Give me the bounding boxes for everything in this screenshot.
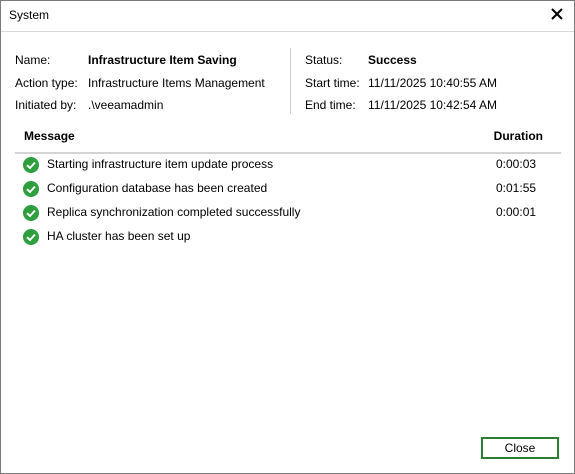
log-message: Configuration database has been created <box>47 181 268 195</box>
log-duration: 0:01:55 <box>496 181 537 195</box>
dialog-title: System <box>9 8 50 22</box>
name-value: Infrastructure Item Saving <box>88 53 237 67</box>
title-bar: System <box>1 1 574 32</box>
log-grid-header: Message Duration <box>15 122 561 154</box>
log-row[interactable]: Configuration database has been created … <box>15 177 561 201</box>
success-check-icon <box>23 181 39 197</box>
start-time-value: 11/11/2025 10:40:55 AM <box>368 76 497 90</box>
close-icon[interactable] <box>548 5 566 23</box>
success-check-icon <box>23 205 39 221</box>
status-label: Status: <box>305 53 343 67</box>
success-check-icon <box>23 229 39 245</box>
log-duration: 0:00:03 <box>496 157 537 171</box>
status-value: Success <box>368 53 417 67</box>
log-message: Starting infrastructure item update proc… <box>47 157 274 171</box>
log-message: Replica synchronization completed succes… <box>47 205 301 219</box>
name-label: Name: <box>15 53 51 67</box>
end-time-label: End time: <box>305 98 356 112</box>
message-column-header[interactable]: Message <box>24 129 75 143</box>
initiated-by-value: .\veeamadmin <box>88 98 164 112</box>
close-button[interactable]: Close <box>481 437 559 459</box>
log-row[interactable]: Replica synchronization completed succes… <box>15 201 561 225</box>
duration-column-header[interactable]: Duration <box>494 129 543 143</box>
info-divider <box>290 48 291 114</box>
system-dialog: System Name: Infrastructure Item Saving … <box>0 0 575 474</box>
success-check-icon <box>23 157 39 173</box>
log-row[interactable]: Starting infrastructure item update proc… <box>15 153 561 177</box>
action-type-value: Infrastructure Items Management <box>88 76 265 90</box>
action-type-label: Action type: <box>15 76 78 90</box>
log-message: HA cluster has been set up <box>47 229 191 243</box>
end-time-value: 11/11/2025 10:42:54 AM <box>368 98 497 112</box>
initiated-by-label: Initiated by: <box>15 98 77 112</box>
log-duration: 0:00:01 <box>496 205 537 219</box>
start-time-label: Start time: <box>305 76 360 90</box>
log-row[interactable]: HA cluster has been set up <box>15 225 561 249</box>
